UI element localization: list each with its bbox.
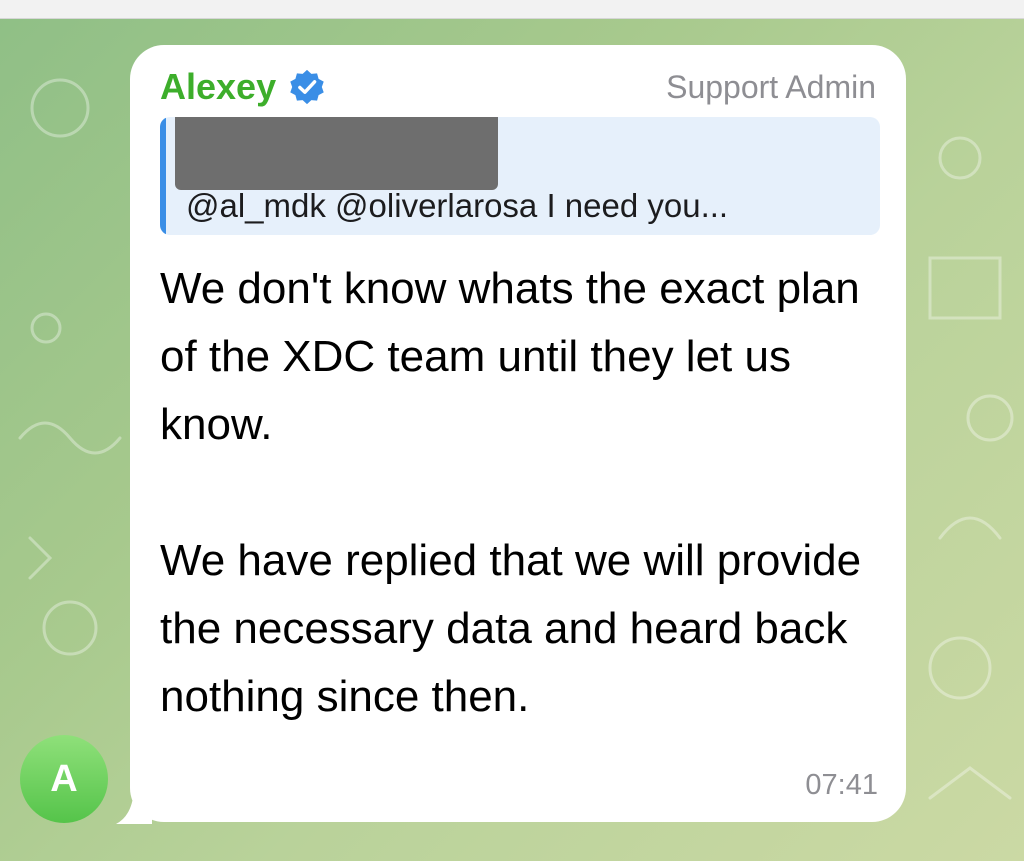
message-paragraph: We don't know whats the exact plan of th… bbox=[160, 264, 860, 449]
message-timestamp: 07:41 bbox=[805, 769, 878, 801]
avatar-initial: A bbox=[50, 757, 78, 800]
message-paragraph: We have replied that we will provide the… bbox=[160, 536, 862, 721]
sender-avatar[interactable]: A bbox=[20, 735, 108, 823]
window-top-strip bbox=[0, 0, 1024, 19]
reply-preview-text: @al_mdk @oliverlarosa I need you... bbox=[186, 187, 729, 224]
reply-preview[interactable]: @al_mdk @oliverlarosa I need you... bbox=[160, 117, 880, 235]
message-header: Alexey Support Admin bbox=[160, 65, 876, 109]
sender-name[interactable]: Alexey bbox=[160, 66, 276, 108]
reply-accent-bar bbox=[160, 117, 166, 235]
message-bubble[interactable]: Alexey Support Admin @al_mdk @oliverlaro… bbox=[130, 45, 906, 822]
message-text: We don't know whats the exact plan of th… bbox=[160, 255, 890, 731]
verified-badge-icon bbox=[290, 69, 324, 105]
redacted-reply-author bbox=[175, 117, 498, 190]
sender-role-label: Support Admin bbox=[666, 68, 876, 105]
